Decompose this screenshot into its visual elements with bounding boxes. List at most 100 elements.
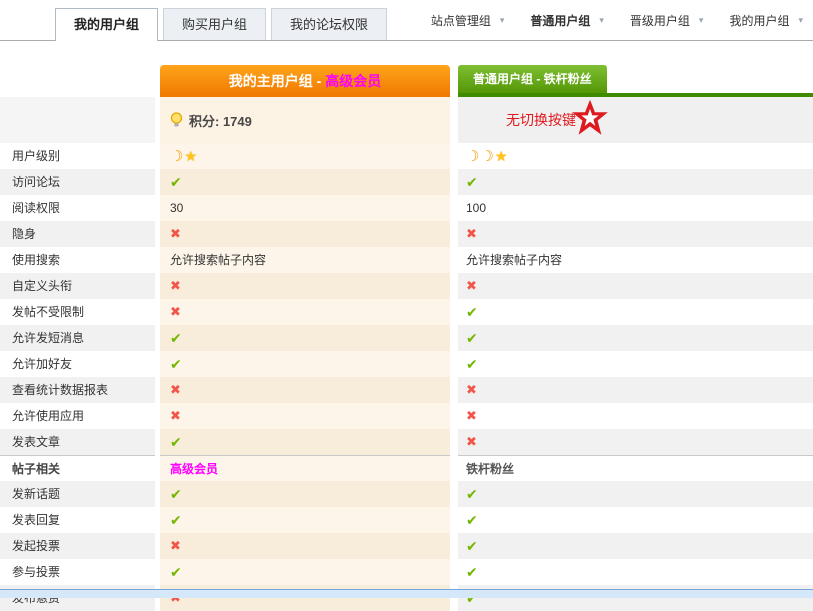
table-row: 用户级别☽★☽☽★ [0,143,813,169]
check-icon: ✔ [170,564,182,580]
tabbar: 我的用户组 购买用户组 我的论坛权限 [55,8,392,41]
compare-group-value: ✔ [458,351,813,377]
compare-group-value: ✔ [458,299,813,325]
check-icon: ✔ [170,434,182,450]
red-star-annotation-icon [571,99,609,142]
check-icon: ✔ [466,486,478,502]
compare-group-value: ✔ [458,507,813,533]
nav-normal-user-group[interactable]: 普通用户组 ▾ [530,12,604,29]
tab-buy-usergroup[interactable]: 购买用户组 [163,8,266,40]
chevron-down-icon: ▾ [798,15,803,26]
value-text: 允许搜索帖子内容 [170,253,266,267]
chevron-down-icon: ▾ [599,15,604,26]
compare-group-value: 允许搜索帖子内容 [458,247,813,273]
my-group-name: 高级会员 [325,73,381,89]
value-text: 允许搜索帖子内容 [466,253,562,267]
moon-icon: ☽ [466,148,479,165]
my-group-value: ✔ [160,481,450,507]
check-icon: ✔ [466,356,478,372]
row-label: 自定义头衔 [0,273,155,299]
compare-group-value: 铁杆粉丝 [458,455,813,481]
table-row: 查看统计数据报表✖✖ [0,377,813,403]
annotation-text: 无切换按键 [506,110,576,130]
check-icon: ✔ [170,512,182,528]
my-group-value: ✔ [160,429,450,455]
nav-label: 我的用户组 [729,12,789,29]
section-row: 帖子相关高级会员铁杆粉丝 [0,455,813,481]
row-label: 允许加好友 [0,351,155,377]
my-group-value: ✖ [160,377,450,403]
lightbulb-icon [170,112,183,128]
cross-icon: ✖ [170,408,181,423]
table-row: 参与投票 ✔ ✔ [0,559,813,585]
compare-group-value: ✔ [458,325,813,351]
check-icon: ✔ [170,174,182,190]
tab-my-forum-permissions[interactable]: 我的论坛权限 [271,8,387,40]
score-cell: 积分: 1749 [160,97,450,143]
my-group-value: 允许搜索帖子内容 [160,247,450,273]
score-text: 积分: 1749 [189,111,252,130]
star-icon: ★ [495,148,508,164]
row-label: 参与投票 [0,559,155,585]
table-row: 允许使用应用✖✖ [0,403,813,429]
check-icon: ✔ [466,512,478,528]
compare-group-value: ✔ [458,481,813,507]
my-group-value: ✖ [160,403,450,429]
my-group-value: ✖ [160,533,450,559]
check-icon: ✔ [170,330,182,346]
my-group-value: 高级会员 [160,455,450,481]
nav-site-admin-group[interactable]: 站点管理组 ▾ [431,12,505,29]
compare-group-tab[interactable]: 普通用户组 - 铁杆粉丝 [458,65,607,93]
row-label: 阅读权限 [0,195,155,221]
my-group-value: ✔ [160,351,450,377]
star-icon: ★ [184,148,197,164]
table-row: 访问论坛 ✔ ✔ [0,169,813,195]
table-row: 发表回复✔✔ [0,507,813,533]
check-icon: ✔ [170,486,182,502]
chevron-down-icon: ▾ [500,15,505,26]
score-row-label-cell [0,97,155,143]
value-text: 100 [466,201,486,215]
value-text: 高级会员 [170,462,218,476]
cross-icon: ✖ [170,278,181,293]
cross-icon: ✖ [170,226,181,241]
my-group-value: ✖ [160,299,450,325]
permissions-table: 用户级别☽★☽☽★访问论坛✔✔阅读权限30100隐身✖✖使用搜索允许搜索帖子内容… [0,143,813,611]
cross-icon: ✖ [466,434,477,449]
compare-group-value: ✔ [458,559,813,585]
row-label: 隐身 [0,221,155,247]
compare-group-value: 100 [458,195,813,221]
row-label: 发帖不受限制 [0,299,155,325]
moon-icon: ☽ [480,148,493,165]
tab-my-usergroup[interactable]: 我的用户组 [55,8,158,41]
row-label: 发起投票 [0,533,155,559]
value-text: 30 [170,201,183,215]
check-icon: ✔ [466,564,478,580]
my-group-value: ✔ [160,325,450,351]
table-row: 发起投票✖ ✔ [0,533,813,559]
compare-group-value: ✖ [458,429,813,455]
my-group-value: ✔ [160,169,450,195]
table-row: 允许发短消息 ✔ ✔ [0,325,813,351]
compare-group-value: ✔ [458,169,813,195]
annotation-cell: 无切换按键 [458,97,813,143]
group-nav: 站点管理组 ▾ 普通用户组 ▾ 晋级用户组 ▾ 我的用户组 ▾ [405,12,803,29]
my-group-value: ✖ [160,273,450,299]
compare-group-value: ✖ [458,377,813,403]
table-row: 使用搜索允许搜索帖子内容允许搜索帖子内容 [0,247,813,273]
table-row: 发新话题✔✔ [0,481,813,507]
table-row: 允许加好友✔✔ [0,351,813,377]
my-group-value: ☽★ [160,143,450,169]
compare-group-value: ✔ [458,533,813,559]
compare-group-value: ☽☽★ [458,143,813,169]
compare-group-value: ✖ [458,273,813,299]
cross-icon: ✖ [170,304,181,319]
nav-my-user-group[interactable]: 我的用户组 ▾ [729,12,803,29]
row-label: 访问论坛 [0,169,155,195]
nav-upgrade-user-group[interactable]: 晋级用户组 ▾ [630,12,704,29]
nav-label: 站点管理组 [431,12,491,29]
my-group-value: ✔ [160,507,450,533]
check-icon: ✔ [466,304,478,320]
moon-icon: ☽ [170,148,183,165]
row-label: 允许发短消息 [0,325,155,351]
